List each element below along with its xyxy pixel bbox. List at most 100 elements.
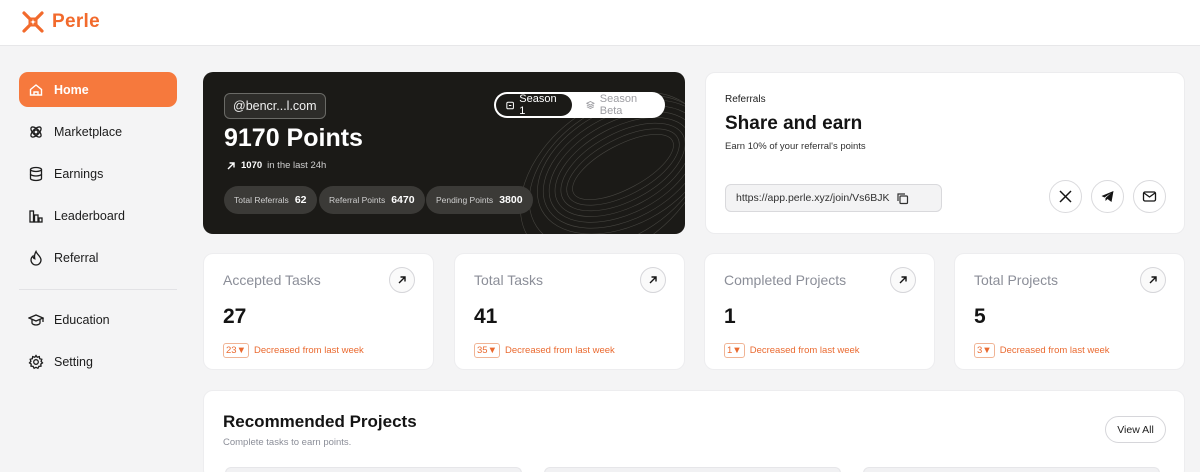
share-telegram-button[interactable] [1091,180,1124,213]
season-toggle: Season 1 Season Beta [494,92,665,118]
season-1-label: Season 1 [519,93,557,117]
open-arrow-button[interactable] [890,267,916,293]
sidebar-item-referral[interactable]: Referral [19,240,177,275]
x-icon [1059,190,1072,203]
copy-icon[interactable] [896,192,909,205]
change-badge: 35▼ [474,343,500,358]
marketplace-icon [30,125,42,138]
sidebar-item-home[interactable]: Home [19,72,177,107]
sidebar-item-setting[interactable]: Setting [19,344,177,379]
sidebar-item-label: Education [54,312,110,327]
referrals-subtitle: Earn 10% of your referral's points [725,141,866,152]
points-total: 9170 Points [224,124,363,152]
flame-icon [30,249,42,266]
app-name: Perle [52,11,100,32]
referrals-kicker: Referrals [725,94,766,105]
stat-card-accepted-tasks: Accepted Tasks 27 23▼ Decreased from las… [203,253,434,370]
top-bar: Perle [0,0,1200,46]
delta-text: in the last 24h [267,160,327,171]
referral-link-text: https://app.perle.xyz/join/Vs6BJK [736,192,890,204]
home-icon [29,83,43,96]
change-badge: 23▼ [223,343,249,358]
share-mail-button[interactable] [1133,180,1166,213]
stat-pill-label: Pending Points [436,195,494,205]
sidebar-item-earnings[interactable]: Earnings [19,156,177,191]
referrals-card: Referrals Share and earn Earn 10% of you… [705,72,1185,234]
change-badge: 3▼ [974,343,995,358]
layers-icon [586,100,595,110]
open-arrow-button[interactable] [1140,267,1166,293]
arrow-up-right-icon [1149,276,1157,284]
stat-card-total-projects: Total Projects 5 3▼ Decreased from last … [954,253,1185,370]
share-x-button[interactable] [1049,180,1082,213]
stat-change: 35▼ Decreased from last week [474,343,615,358]
referrals-title: Share and earn [725,113,863,134]
stat-value: 27 [223,305,247,328]
stat-label: Accepted Tasks [223,272,321,288]
sidebar-item-education[interactable]: Education [19,302,177,337]
arrow-up-right-icon [899,276,907,284]
section-title: Recommended Projects [223,412,417,431]
stat-pill-value: 6470 [391,194,415,206]
pending-points-pill: Pending Points 3800 [426,186,533,214]
sidebar-item-marketplace[interactable]: Marketplace [19,114,177,149]
perle-logo-icon [22,11,44,33]
sidebar-item-leaderboard[interactable]: Leaderboard [19,198,177,233]
change-value: 23 [226,345,237,356]
user-email-badge: @bencr...l.com [224,93,326,119]
sidebar: Home Marketplace Earnings Leaderboard Re… [0,46,195,472]
season-beta-tab[interactable]: Season Beta [576,93,665,117]
referral-link-field[interactable]: https://app.perle.xyz/join/Vs6BJK [725,184,942,212]
stat-change: 1▼ Decreased from last week [724,343,860,358]
decrease-arrow-icon: ▼ [982,345,992,356]
decrease-arrow-icon: ▼ [487,345,497,356]
stat-card-total-tasks: Total Tasks 41 35▼ Decreased from last w… [454,253,685,370]
sidebar-item-label: Leaderboard [54,208,125,223]
stat-pill-label: Total Referrals [234,195,289,205]
stat-label: Total Tasks [474,272,543,288]
project-card[interactable] [863,467,1160,472]
stat-pill-label: Referral Points [329,195,386,205]
sidebar-item-label: Setting [54,354,93,369]
stat-card-completed-projects: Completed Projects 1 1▼ Decreased from l… [704,253,935,370]
change-text: Decreased from last week [749,345,860,356]
stat-value: 5 [974,305,986,328]
arrow-up-right-icon [398,276,406,284]
season-1-tab[interactable]: Season 1 [496,93,572,117]
box-icon [506,101,514,109]
stat-value: 41 [474,305,498,328]
project-card[interactable] [544,467,841,472]
app-logo[interactable]: Perle [22,11,100,33]
stat-pill-value: 3800 [499,194,523,206]
stat-value: 1 [724,305,736,328]
stat-change: 23▼ Decreased from last week [223,343,364,358]
stat-label: Completed Projects [724,272,847,288]
stat-label: Total Projects [974,272,1059,288]
referral-points-pill: Referral Points 6470 [319,186,425,214]
delta-value: 1070 [241,160,263,171]
sidebar-item-label: Earnings [54,166,104,181]
stat-pill-value: 62 [294,194,307,206]
open-arrow-button[interactable] [389,267,415,293]
recommended-projects-section: Recommended Projects Complete tasks to e… [203,390,1185,472]
database-icon [29,166,43,181]
change-value: 35 [477,345,488,356]
arrow-up-right-icon [649,276,657,284]
decrease-arrow-icon: ▼ [732,345,742,356]
points-hero-card: @bencr...l.com Season 1 Season Beta 9170… [203,72,685,234]
stat-change: 3▼ Decreased from last week [974,343,1110,358]
change-badge: 1▼ [724,343,745,358]
section-subtitle: Complete tasks to earn points. [223,437,352,448]
sidebar-item-label: Referral [54,250,99,265]
total-referrals-pill: Total Referrals 62 [224,186,317,214]
view-all-button[interactable]: View All [1105,416,1166,443]
gear-icon [28,353,44,369]
open-arrow-button[interactable] [640,267,666,293]
sidebar-item-label: Home [54,82,89,97]
graduation-cap-icon [28,313,44,326]
leaderboard-icon [29,209,43,223]
telegram-icon [1101,191,1114,202]
sidebar-item-label: Marketplace [54,124,123,139]
project-card[interactable] [225,467,522,472]
mail-icon [1142,191,1157,202]
